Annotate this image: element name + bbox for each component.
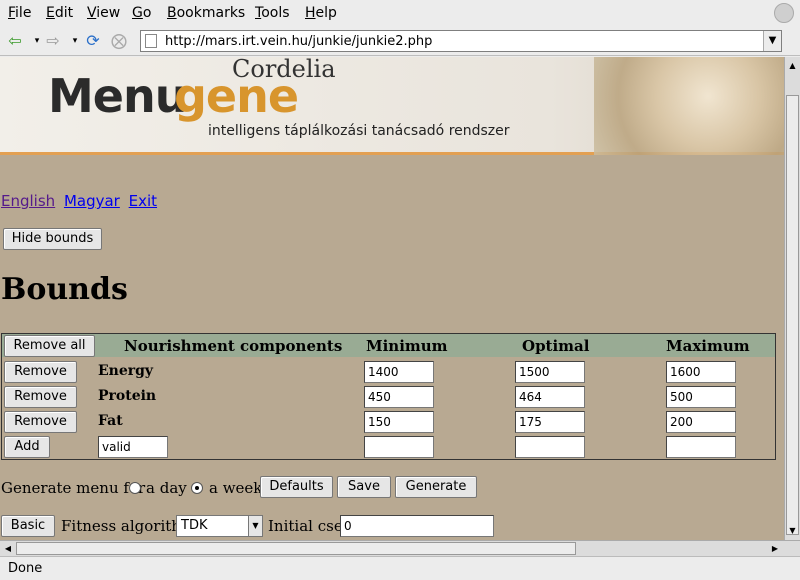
add-button[interactable]: Add	[4, 436, 50, 458]
remove-protein-button[interactable]: Remove	[4, 386, 77, 408]
link-exit[interactable]: Exit	[129, 192, 157, 210]
fat-maximum-input[interactable]: 200	[666, 411, 736, 433]
generate-button[interactable]: Generate	[395, 476, 477, 498]
remove-fat-button[interactable]: Remove	[4, 411, 77, 433]
fat-optimal-input[interactable]: 175	[515, 411, 585, 433]
horizontal-scroll-thumb[interactable]	[16, 542, 576, 555]
header-maximum: Maximum	[666, 337, 750, 355]
menu-tools[interactable]: Tools	[255, 5, 290, 21]
vertical-scroll-thumb[interactable]	[786, 95, 799, 535]
fat-minimum-input[interactable]: 150	[364, 411, 434, 433]
throbber-icon	[774, 3, 794, 23]
select-dropdown-icon[interactable]: ▼	[248, 516, 262, 536]
status-text: Done	[8, 561, 43, 576]
url-text[interactable]: http://mars.irt.vein.hu/junkie/junkie2.p…	[165, 34, 432, 49]
radio-day[interactable]	[129, 482, 141, 494]
table-header: Remove all Nourishment components Minimu…	[2, 334, 775, 357]
radio-week[interactable]	[191, 482, 203, 494]
hide-bounds-button[interactable]: Hide bounds	[3, 228, 102, 250]
remove-energy-button[interactable]: Remove	[4, 361, 77, 383]
bounds-table: Remove all Nourishment components Minimu…	[1, 333, 776, 460]
add-optimal-input[interactable]	[515, 436, 585, 458]
url-dropdown-icon[interactable]: ▼	[763, 31, 781, 51]
row-name-fat: Fat	[98, 413, 123, 429]
back-arrow-icon[interactable]: ⇦	[4, 31, 26, 51]
add-minimum-input[interactable]	[364, 436, 434, 458]
logo-subtitle: intelligens táplálkozási tanácsadó rends…	[208, 123, 510, 139]
protein-minimum-input[interactable]: 450	[364, 386, 434, 408]
save-button[interactable]: Save	[337, 476, 391, 498]
scroll-down-icon[interactable]: ▼	[786, 524, 799, 538]
status-bar: Done	[0, 556, 800, 580]
stop-icon[interactable]: ⨂	[108, 31, 130, 51]
basic-button[interactable]: Basic	[1, 515, 55, 537]
food-photo	[594, 57, 784, 155]
energy-minimum-input[interactable]: 1400	[364, 361, 434, 383]
protein-optimal-input[interactable]: 464	[515, 386, 585, 408]
menubar: File Edit View Go Bookmarks Tools Help	[0, 0, 800, 26]
scroll-right-icon[interactable]: ▶	[768, 542, 782, 555]
header-minimum: Minimum	[366, 337, 448, 355]
row-name-energy: Energy	[98, 363, 154, 379]
energy-maximum-input[interactable]: 1600	[666, 361, 736, 383]
header-optimal: Optimal	[522, 337, 590, 355]
add-maximum-input[interactable]	[666, 436, 736, 458]
menu-bookmarks[interactable]: Bookmarks	[167, 5, 245, 21]
reload-icon[interactable]: ⟳	[82, 31, 104, 51]
url-bar[interactable]: http://mars.irt.vein.hu/junkie/junkie2.p…	[140, 30, 782, 52]
menu-view[interactable]: View	[87, 5, 120, 21]
horizontal-scrollbar[interactable]: ◀ ▶	[0, 540, 800, 556]
page-title: Bounds	[1, 272, 128, 307]
page-icon	[145, 34, 157, 48]
forward-arrow-icon[interactable]: ⇨	[42, 31, 64, 51]
protein-maximum-input[interactable]: 500	[666, 386, 736, 408]
language-links: English Magyar Exit	[1, 192, 161, 210]
row-name-protein: Protein	[98, 388, 157, 404]
initial-cset-input[interactable]: 0	[340, 515, 494, 537]
radio-day-label: a day	[146, 479, 187, 497]
generate-menu-label: Generate menu for	[1, 479, 146, 497]
link-english[interactable]: English	[1, 192, 55, 210]
fitness-algorithm-select[interactable]: TDK ▼	[176, 515, 263, 537]
page-viewport: Cordelia Menu gene intelligens táplálkoz…	[0, 57, 784, 540]
logo-gene: gene	[174, 69, 299, 123]
header-components: Nourishment components	[124, 337, 343, 355]
defaults-button[interactable]: Defaults	[260, 476, 333, 498]
radio-week-label: a week	[209, 479, 263, 497]
logo-menu: Menu	[48, 69, 187, 123]
link-magyar[interactable]: Magyar	[64, 192, 120, 210]
menu-file[interactable]: File	[8, 5, 31, 21]
scroll-up-icon[interactable]: ▲	[786, 59, 799, 73]
site-banner: Cordelia Menu gene intelligens táplálkoz…	[0, 57, 784, 155]
fitness-algorithm-value: TDK	[181, 518, 208, 533]
remove-all-button[interactable]: Remove all	[4, 335, 95, 357]
energy-optimal-input[interactable]: 1500	[515, 361, 585, 383]
navigation-toolbar: ⇦ ▾ ⇨ ▾ ⟳ ⨂ http://mars.irt.vein.hu/junk…	[0, 26, 800, 56]
scroll-left-icon[interactable]: ◀	[1, 542, 15, 555]
add-component-input[interactable]: valid	[98, 436, 168, 458]
vertical-scrollbar[interactable]: ▲ ▼	[784, 57, 800, 540]
menu-edit[interactable]: Edit	[46, 5, 73, 21]
menu-go[interactable]: Go	[132, 5, 151, 21]
menu-help[interactable]: Help	[305, 5, 337, 21]
